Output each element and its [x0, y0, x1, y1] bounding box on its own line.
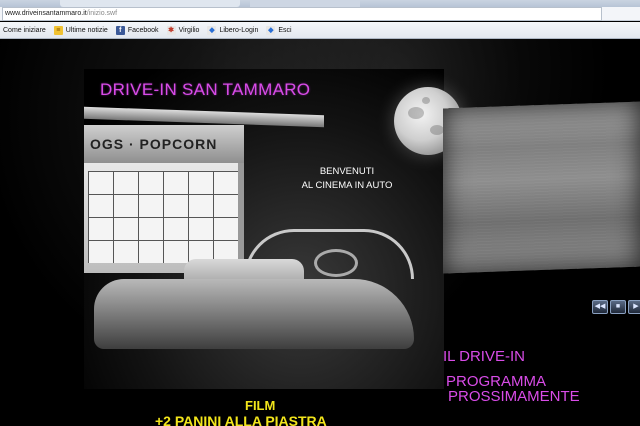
convertible-car — [94, 229, 424, 369]
bookmark-ultime-notizie[interactable]: ≡ Ultime notizie — [53, 25, 108, 35]
welcome-line-1: BENVENUTI — [319, 166, 375, 177]
car-body — [94, 279, 414, 349]
moon-crater — [430, 125, 444, 135]
video-controls: ◀◀ ■ ▶ — [592, 300, 640, 314]
bookmark-facebook[interactable]: f Facebook — [115, 25, 159, 35]
menu-prossimamente[interactable]: PROSSIMAMENTE — [448, 388, 580, 405]
bookmark-label: Esci — [278, 26, 292, 34]
news-icon: ≡ — [53, 25, 63, 35]
site-title: DRIVE-IN SAN TAMMARO — [100, 80, 311, 99]
popcorn-sign: OGS · POPCORN — [84, 125, 244, 163]
welcome-text: BENVENUTI AL CINEMA IN AUTO — [272, 165, 422, 193]
browser-tab-2[interactable] — [250, 0, 360, 7]
esci-icon: ◆ — [266, 25, 276, 35]
bookmarks-bar: Come iniziare ≡ Ultime notizie f Faceboo… — [0, 22, 640, 39]
virgilio-icon: ✱ — [166, 25, 176, 35]
moon-crater — [422, 97, 430, 104]
promo-film: FILM — [245, 398, 276, 413]
address-bar: www.driveinsantammaro.it/inizio.swf — [0, 7, 640, 21]
tab-strip — [0, 0, 640, 7]
url-domain: www.driveinsantammaro.it — [5, 10, 87, 17]
bookmark-label: Come iniziare — [3, 26, 46, 34]
bookmark-label: Facebook — [127, 26, 159, 34]
browser-tab[interactable] — [60, 0, 240, 7]
bookmark-label: Libero-Login — [219, 26, 259, 34]
drive-in-photo: OGS · POPCORN — [84, 69, 444, 389]
facebook-icon: f — [115, 25, 125, 35]
bookmark-esci[interactable]: ◆ Esci — [266, 25, 292, 35]
libero-icon: ◆ — [207, 25, 217, 35]
stop-icon[interactable]: ■ — [610, 300, 626, 314]
video-screen[interactable] — [443, 101, 640, 274]
promo-panini: +2 PANINI ALLA PIASTRA — [155, 413, 327, 426]
url-path: /inizio.swf — [86, 10, 118, 17]
bookmark-come-iniziare[interactable]: Come iniziare — [3, 27, 46, 34]
url-field[interactable]: www.driveinsantammaro.it/inizio.swf — [2, 7, 602, 21]
welcome-line-2: AL CINEMA IN AUTO — [301, 180, 393, 191]
bookmark-label: Ultime notizie — [65, 26, 108, 34]
flash-stage[interactable]: OGS · POPCORN ◀◀ ■ ▶ — [0, 39, 640, 426]
bookmark-virgilio[interactable]: ✱ Virgilio — [166, 25, 200, 35]
bookmark-label: Virgilio — [178, 26, 200, 34]
menu-il-drive-in[interactable]: IL DRIVE-IN — [443, 348, 525, 365]
play-icon[interactable]: ▶ — [628, 300, 640, 314]
bookmark-libero-login[interactable]: ◆ Libero-Login — [207, 25, 259, 35]
moon-crater — [408, 107, 424, 119]
steering-wheel — [314, 249, 358, 277]
rewind-icon[interactable]: ◀◀ — [592, 300, 608, 314]
